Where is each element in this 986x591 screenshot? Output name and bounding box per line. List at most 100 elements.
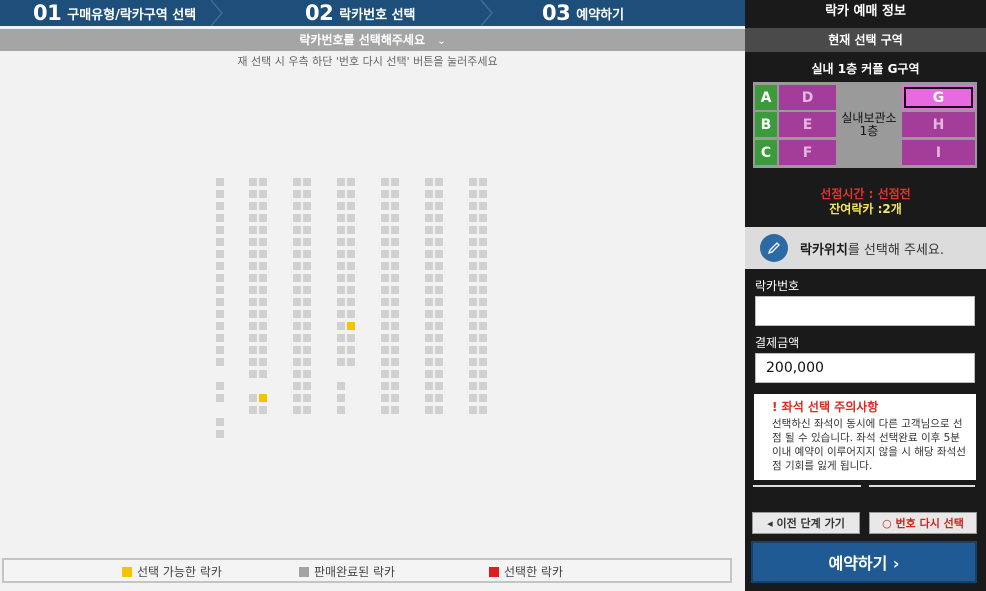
locker-seat-sold[interactable]	[425, 250, 433, 258]
locker-seat-sold[interactable]	[381, 178, 389, 186]
zone-i[interactable]: I	[902, 140, 975, 165]
zone-h[interactable]: H	[902, 112, 975, 137]
locker-seat-sold[interactable]	[293, 310, 301, 318]
locker-seat-sold[interactable]	[259, 370, 267, 378]
locker-seat-sold[interactable]	[303, 190, 311, 198]
locker-seat-sold[interactable]	[391, 238, 399, 246]
locker-seat-sold[interactable]	[303, 358, 311, 366]
locker-seat-sold[interactable]	[425, 190, 433, 198]
locker-seat-sold[interactable]	[347, 202, 355, 210]
locker-seat-sold[interactable]	[391, 406, 399, 414]
locker-seat-sold[interactable]	[469, 346, 477, 354]
locker-seat-sold[interactable]	[391, 274, 399, 282]
locker-seat-sold[interactable]	[259, 202, 267, 210]
locker-seat-sold[interactable]	[479, 346, 487, 354]
locker-seat-sold[interactable]	[469, 214, 477, 222]
locker-seat-sold[interactable]	[216, 346, 224, 354]
zone-d[interactable]: D	[779, 85, 836, 110]
locker-seat-sold[interactable]	[435, 202, 443, 210]
locker-seat-sold[interactable]	[435, 334, 443, 342]
locker-seat-sold[interactable]	[469, 382, 477, 390]
locker-seat-sold[interactable]	[259, 226, 267, 234]
locker-seat-sold[interactable]	[259, 214, 267, 222]
locker-seat-sold[interactable]	[249, 406, 257, 414]
locker-seat-sold[interactable]	[425, 238, 433, 246]
locker-seat-sold[interactable]	[469, 394, 477, 402]
locker-seat-sold[interactable]	[249, 310, 257, 318]
locker-seat-sold[interactable]	[435, 178, 443, 186]
locker-seat-sold[interactable]	[249, 202, 257, 210]
locker-seat-sold[interactable]	[435, 250, 443, 258]
locker-seat-sold[interactable]	[391, 178, 399, 186]
zone-e[interactable]: E	[779, 112, 836, 137]
locker-seat-sold[interactable]	[479, 298, 487, 306]
locker-seat-sold[interactable]	[425, 226, 433, 234]
locker-seat-sold[interactable]	[259, 238, 267, 246]
locker-seat-sold[interactable]	[435, 310, 443, 318]
locker-seat-sold[interactable]	[216, 382, 224, 390]
locker-seat-sold[interactable]	[303, 250, 311, 258]
locker-seat-sold[interactable]	[216, 178, 224, 186]
locker-seat-sold[interactable]	[435, 238, 443, 246]
locker-seat-sold[interactable]	[293, 298, 301, 306]
zone-g[interactable]: G	[902, 85, 975, 110]
locker-seat-sold[interactable]	[479, 202, 487, 210]
locker-seat-sold[interactable]	[391, 322, 399, 330]
locker-seat-sold[interactable]	[249, 358, 257, 366]
locker-seat-sold[interactable]	[435, 346, 443, 354]
locker-seat-sold[interactable]	[479, 226, 487, 234]
locker-seat-sold[interactable]	[293, 226, 301, 234]
locker-seat-sold[interactable]	[337, 202, 345, 210]
locker-seat-sold[interactable]	[381, 190, 389, 198]
locker-seat-sold[interactable]	[425, 298, 433, 306]
locker-seat-sold[interactable]	[479, 286, 487, 294]
locker-seat-sold[interactable]	[347, 334, 355, 342]
locker-seat-sold[interactable]	[479, 322, 487, 330]
locker-seat-sold[interactable]	[259, 190, 267, 198]
locker-seat-sold[interactable]	[425, 202, 433, 210]
locker-seat-sold[interactable]	[381, 286, 389, 294]
locker-seat-sold[interactable]	[337, 250, 345, 258]
locker-seat-sold[interactable]	[435, 226, 443, 234]
locker-seat-sold[interactable]	[479, 334, 487, 342]
locker-seat-sold[interactable]	[216, 358, 224, 366]
locker-seat-sold[interactable]	[249, 286, 257, 294]
locker-seat-sold[interactable]	[293, 238, 301, 246]
locker-seat-sold[interactable]	[469, 310, 477, 318]
locker-seat-sold[interactable]	[216, 250, 224, 258]
locker-seat-sold[interactable]	[337, 178, 345, 186]
locker-seat-sold[interactable]	[216, 298, 224, 306]
locker-seat-sold[interactable]	[303, 346, 311, 354]
locker-seat-sold[interactable]	[347, 262, 355, 270]
locker-seat-sold[interactable]	[425, 322, 433, 330]
locker-seat-sold[interactable]	[249, 298, 257, 306]
locker-seat-sold[interactable]	[337, 214, 345, 222]
locker-seat-sold[interactable]	[381, 406, 389, 414]
locker-seat-sold[interactable]	[435, 190, 443, 198]
locker-seat-sold[interactable]	[249, 214, 257, 222]
locker-seat-sold[interactable]	[293, 322, 301, 330]
locker-seat-sold[interactable]	[249, 262, 257, 270]
locker-seat-sold[interactable]	[293, 394, 301, 402]
locker-seat-sold[interactable]	[391, 190, 399, 198]
locker-seat-sold[interactable]	[469, 298, 477, 306]
locker-seat-sold[interactable]	[293, 262, 301, 270]
locker-seat-sold[interactable]	[391, 370, 399, 378]
locker-seat-sold[interactable]	[337, 346, 345, 354]
locker-seat-sold[interactable]	[216, 214, 224, 222]
locker-seat-available[interactable]	[259, 394, 267, 402]
locker-seat-sold[interactable]	[216, 238, 224, 246]
locker-seat-sold[interactable]	[303, 238, 311, 246]
locker-seat-sold[interactable]	[391, 358, 399, 366]
locker-seat-sold[interactable]	[216, 322, 224, 330]
locker-seat-sold[interactable]	[479, 382, 487, 390]
locker-seat-sold[interactable]	[303, 214, 311, 222]
locker-seat-sold[interactable]	[337, 334, 345, 342]
locker-seat-sold[interactable]	[303, 286, 311, 294]
prev-step-button[interactable]: ◂ 이전 단계 가기	[752, 512, 860, 534]
reselect-number-button[interactable]: ○ 번호 다시 선택	[869, 512, 977, 534]
locker-seat-sold[interactable]	[337, 358, 345, 366]
locker-seat-sold[interactable]	[259, 298, 267, 306]
locker-seat-sold[interactable]	[469, 286, 477, 294]
locker-seat-sold[interactable]	[293, 202, 301, 210]
